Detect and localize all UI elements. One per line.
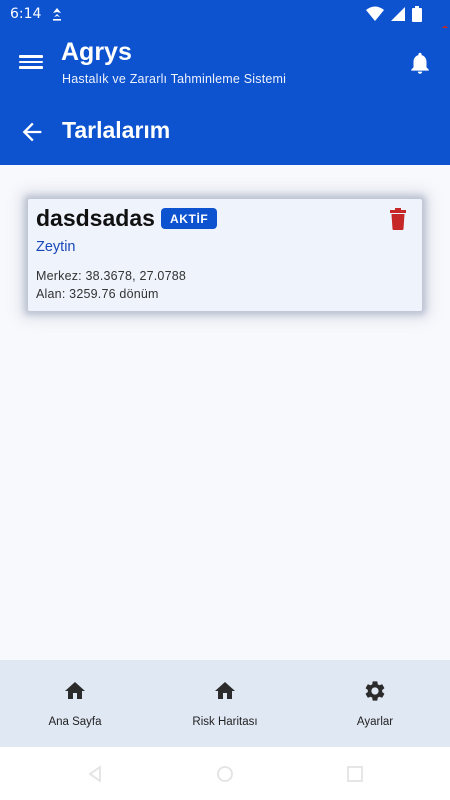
field-center: Merkez: 38.3678, 27.0788 bbox=[36, 269, 187, 283]
nav-label-home: Ana Sayfa bbox=[48, 716, 102, 728]
nav-label-settings: Ayarlar bbox=[356, 716, 394, 728]
gear-icon bbox=[365, 681, 385, 701]
status-icons bbox=[366, 6, 422, 22]
fields-list: dasdsadas AKTİF Zeytin Merkez: 38.3678, … bbox=[0, 165, 450, 660]
wifi-icon bbox=[366, 6, 384, 21]
nav-item-settings[interactable]: Ayarlar bbox=[300, 660, 450, 747]
app-bar: Agrys Hastalık ve Zararlı Tahminleme Sis… bbox=[0, 28, 450, 165]
trash-icon[interactable] bbox=[389, 208, 407, 230]
field-card[interactable]: dasdsadas AKTİF Zeytin Merkez: 38.3678, … bbox=[28, 199, 422, 311]
battery-icon bbox=[412, 6, 422, 22]
status-bar: 6:14 bbox=[0, 0, 450, 32]
location-icon bbox=[51, 7, 63, 21]
home-icon bbox=[65, 682, 85, 699]
notification-bell-icon[interactable] bbox=[407, 50, 433, 76]
field-area: Alan: 3259.76 dönüm bbox=[36, 287, 159, 301]
home-icon bbox=[215, 682, 235, 699]
system-back-icon[interactable] bbox=[86, 765, 104, 783]
bottom-nav: Ana Sayfa Risk Haritası Ayarlar bbox=[0, 660, 450, 747]
crop-name: Zeytin bbox=[36, 239, 76, 255]
app-title: Agrys bbox=[61, 38, 132, 66]
menu-icon[interactable] bbox=[19, 52, 43, 72]
system-recents-icon[interactable] bbox=[346, 765, 364, 783]
back-arrow-icon[interactable] bbox=[18, 118, 46, 146]
page-title: Tarlalarım bbox=[62, 117, 171, 143]
app-subtitle: Hastalık ve Zararlı Tahminleme Sistemi bbox=[62, 72, 287, 86]
status-time: 6:14 bbox=[10, 6, 42, 22]
system-home-icon[interactable] bbox=[216, 765, 234, 783]
system-nav-bar bbox=[0, 747, 450, 800]
nav-item-risk-map[interactable]: Risk Haritası bbox=[150, 660, 300, 747]
status-badge: AKTİF bbox=[161, 208, 218, 229]
nav-label-risk-map: Risk Haritası bbox=[192, 716, 258, 728]
signal-icon bbox=[391, 7, 405, 21]
field-name: dasdsadas bbox=[36, 205, 155, 231]
nav-item-home[interactable]: Ana Sayfa bbox=[0, 660, 150, 747]
